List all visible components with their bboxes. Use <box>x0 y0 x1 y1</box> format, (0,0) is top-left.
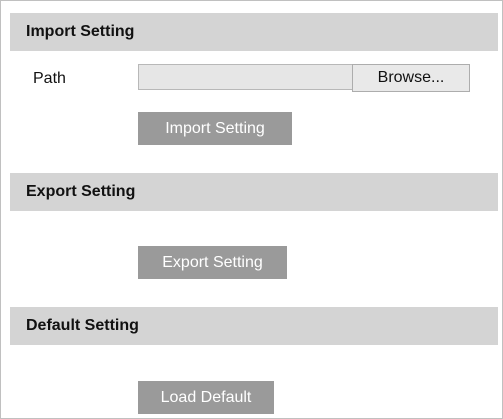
export-setting-title: Export Setting <box>26 183 136 200</box>
export-setting-header: Export Setting <box>10 173 498 211</box>
path-input[interactable] <box>138 64 352 90</box>
load-default-button[interactable]: Load Default <box>138 381 274 414</box>
path-label: Path <box>33 70 66 87</box>
default-setting-title: Default Setting <box>26 317 139 334</box>
import-setting-header: Import Setting <box>10 13 498 51</box>
settings-panel: Import Setting Path Browse... Import Set… <box>0 0 503 419</box>
export-setting-button[interactable]: Export Setting <box>138 246 287 279</box>
browse-button[interactable]: Browse... <box>352 64 470 92</box>
import-setting-button[interactable]: Import Setting <box>138 112 292 145</box>
default-setting-header: Default Setting <box>10 307 498 345</box>
import-setting-title: Import Setting <box>26 23 135 40</box>
